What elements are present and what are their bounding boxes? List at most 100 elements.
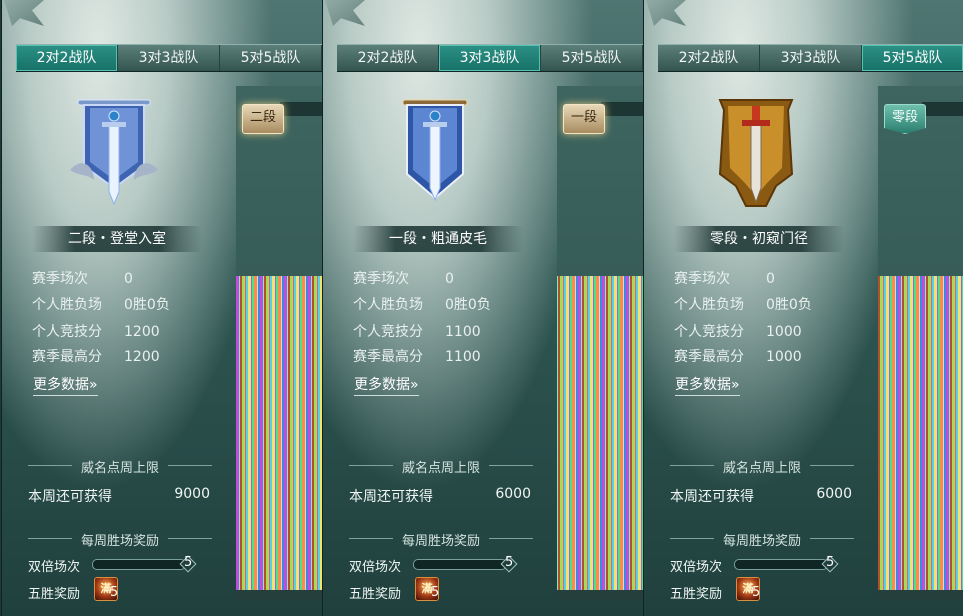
season-games-value: 0 bbox=[766, 271, 775, 287]
season-best-label: 赛季最高分 bbox=[32, 349, 102, 365]
stripe bbox=[245, 276, 246, 590]
team-panel-2v2: 2对2战队 3对3战队 5对5战队 二段・登堂入室 赛季场次 0 个人胜负场 0胜0… bbox=[1, 0, 323, 616]
rank-badge[interactable]: 二段 bbox=[242, 104, 284, 134]
rank-badge[interactable]: 零段 bbox=[884, 104, 926, 134]
stripe bbox=[961, 276, 962, 590]
season-games-label: 赛季场次 bbox=[674, 271, 730, 287]
weekly-limit-heading: 威名点周上限 bbox=[349, 457, 533, 476]
weekly-obtainable-value: 6000 bbox=[816, 486, 852, 502]
stripe bbox=[931, 276, 932, 590]
stripe bbox=[934, 276, 937, 590]
stripe bbox=[240, 276, 242, 590]
stripe bbox=[288, 276, 290, 590]
stripe bbox=[246, 276, 248, 590]
stripe bbox=[952, 276, 955, 590]
stripe bbox=[949, 276, 950, 590]
stripe bbox=[557, 276, 558, 590]
side-pane-strip bbox=[280, 102, 322, 116]
weekly-obtainable-value: 9000 bbox=[174, 486, 210, 502]
stripe bbox=[623, 276, 624, 590]
season-best-row: 赛季最高分 1100 bbox=[353, 346, 481, 366]
stripe bbox=[636, 276, 638, 590]
team-panel-3v3: 2对2战队 3对3战队 5对5战队 一段・粗通皮毛 赛季场次 0 个人胜负场 0胜0… bbox=[322, 0, 644, 616]
stripe bbox=[590, 276, 593, 590]
more-data-link[interactable]: 更多数据» bbox=[675, 374, 740, 396]
weekly-wins-heading: 每周胜场奖励 bbox=[349, 530, 533, 549]
stripe bbox=[575, 276, 576, 590]
stripe bbox=[302, 276, 305, 590]
stripe bbox=[276, 276, 278, 590]
weekly-obtainable-label: 本周还可获得 bbox=[28, 489, 112, 505]
team-tabs: 2对2战队 3对3战队 5对5战队 bbox=[337, 44, 643, 72]
side-rank-pane: 零段 bbox=[878, 86, 963, 600]
personal-record-row: 个人胜负场 0胜0负 bbox=[674, 294, 812, 314]
stripe bbox=[311, 276, 312, 590]
side-pane-footer bbox=[236, 590, 322, 600]
season-best-row: 赛季最高分 1200 bbox=[32, 346, 160, 366]
stripe bbox=[570, 276, 572, 590]
personal-score-row: 个人竞技分 1000 bbox=[674, 321, 802, 341]
stripe bbox=[599, 276, 600, 590]
stripe bbox=[626, 276, 629, 590]
tab-3v3[interactable]: 3对3战队 bbox=[439, 45, 541, 71]
stripe bbox=[926, 276, 928, 590]
stripe bbox=[878, 276, 880, 590]
season-best-row: 赛季最高分 1000 bbox=[674, 346, 802, 366]
corner-ornament-icon bbox=[4, 0, 44, 26]
team-panel-5v5: 2对2战队 3对3战队 5对5战队 零段・初窥门径 赛季场次 0 个人胜负场 0胜0… bbox=[643, 0, 963, 616]
stripe bbox=[904, 276, 907, 590]
stripe bbox=[275, 276, 276, 590]
stripe bbox=[314, 276, 317, 590]
five-win-reward-label: 五胜奖励 bbox=[349, 587, 402, 602]
stripe bbox=[251, 276, 252, 590]
personal-score-label: 个人竞技分 bbox=[353, 324, 423, 340]
stripe bbox=[886, 276, 889, 590]
stripe bbox=[290, 276, 293, 590]
tab-2v2[interactable]: 2对2战队 bbox=[337, 45, 439, 71]
stripe bbox=[617, 276, 618, 590]
stripe bbox=[922, 276, 925, 590]
stripe bbox=[270, 276, 272, 590]
more-data-link[interactable]: 更多数据» bbox=[33, 374, 98, 396]
stripe bbox=[569, 276, 570, 590]
stripe bbox=[630, 276, 632, 590]
tab-5v5[interactable]: 5对5战队 bbox=[862, 45, 963, 71]
rendering-artifact-stripes bbox=[557, 276, 643, 590]
stripe bbox=[605, 276, 606, 590]
more-data-label: 更多数据 bbox=[675, 377, 731, 393]
stripe bbox=[263, 276, 264, 590]
stripe bbox=[252, 276, 254, 590]
stripe bbox=[258, 276, 260, 590]
stripe bbox=[596, 276, 599, 590]
stripe bbox=[898, 276, 901, 590]
more-data-link[interactable]: 更多数据» bbox=[354, 374, 419, 396]
stripe bbox=[889, 276, 890, 590]
tab-5v5[interactable]: 5对5战队 bbox=[220, 45, 322, 71]
stripe bbox=[884, 276, 886, 590]
tab-5v5[interactable]: 5对5战队 bbox=[541, 45, 643, 71]
stripe bbox=[620, 276, 623, 590]
weekly-wins-heading: 每周胜场奖励 bbox=[670, 530, 854, 549]
stripe bbox=[913, 276, 914, 590]
stripe bbox=[890, 276, 892, 590]
stripe bbox=[937, 276, 938, 590]
stripe bbox=[612, 276, 614, 590]
tab-2v2[interactable]: 2对2战队 bbox=[658, 45, 760, 71]
tab-2v2[interactable]: 2对2战队 bbox=[16, 45, 118, 71]
reward-count: 5 bbox=[110, 585, 119, 600]
stripe bbox=[956, 276, 958, 590]
rank-badge[interactable]: 一段 bbox=[563, 104, 605, 134]
double-games-progress bbox=[734, 559, 828, 570]
stripe bbox=[560, 276, 563, 590]
stripe bbox=[278, 276, 281, 590]
tab-3v3[interactable]: 3对3战队 bbox=[118, 45, 220, 71]
stripe bbox=[950, 276, 952, 590]
stripe bbox=[248, 276, 251, 590]
stripe bbox=[318, 276, 320, 590]
stripe bbox=[242, 276, 245, 590]
tab-3v3[interactable]: 3对3战队 bbox=[760, 45, 862, 71]
stripe bbox=[902, 276, 904, 590]
five-win-reward-label: 五胜奖励 bbox=[670, 587, 723, 602]
stripe bbox=[641, 276, 642, 590]
five-win-reward-label: 五胜奖励 bbox=[28, 587, 81, 602]
